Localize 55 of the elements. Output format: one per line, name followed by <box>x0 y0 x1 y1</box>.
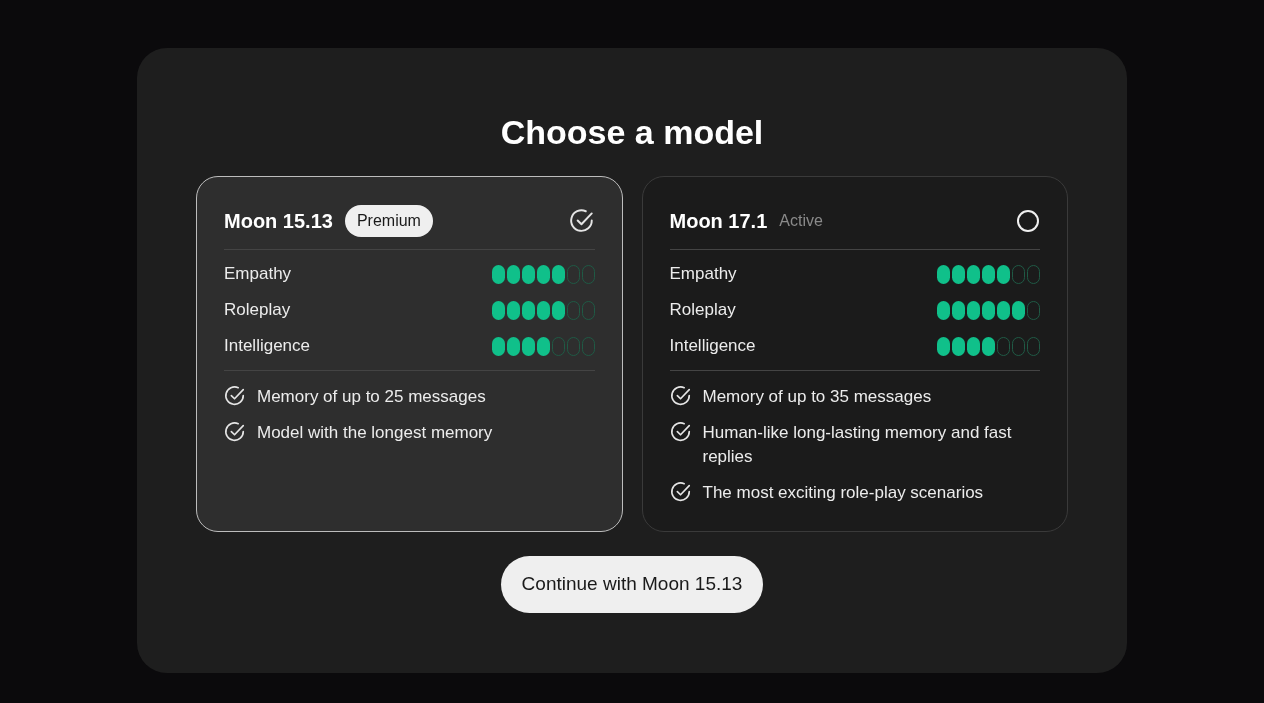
rating-pill <box>937 264 950 284</box>
rating-pill <box>491 264 505 284</box>
feature-text: The most exciting role-play scenarios <box>702 482 984 504</box>
rating-pill <box>551 300 565 320</box>
rating-pill <box>982 264 995 284</box>
model-name: Moon 15.13 <box>224 209 333 234</box>
radio-circle-icon <box>1016 209 1040 233</box>
rating-label: Empathy <box>669 263 737 286</box>
check-circle-icon <box>568 208 595 234</box>
rating-label: Intelligence <box>224 335 310 358</box>
premium-badge: Premium <box>344 205 433 237</box>
rating-pill <box>997 264 1010 284</box>
model-name: Moon 17.1 <box>669 209 768 234</box>
rating-pill <box>506 300 520 320</box>
rating-pill <box>506 264 520 284</box>
rating-pill <box>982 336 995 356</box>
rating-label: Empathy <box>224 263 292 286</box>
rating-pill <box>536 300 550 320</box>
check-circle-icon <box>669 421 692 443</box>
rating-label: Roleplay <box>224 299 291 322</box>
rating-pill <box>967 336 980 356</box>
check-circle-icon <box>224 421 246 443</box>
rating-pill <box>982 300 995 320</box>
feature-text: Human-like long-lasting memory and fast replies <box>702 422 1013 468</box>
rating-pill <box>536 336 550 356</box>
rating-pill <box>521 264 535 284</box>
rating-pill <box>967 300 980 320</box>
check-circle-icon <box>224 385 246 407</box>
rating-label: Intelligence <box>669 335 756 358</box>
status-label: Active <box>779 211 823 231</box>
rating-pill <box>952 264 965 284</box>
model-card[interactable]: Moon 15.13 Premium Empathy Roleplay Intelligence Memory of up to 25 messages Model with the longest memory <box>196 176 623 532</box>
continue-button[interactable]: Continue with Moon 15.13 <box>500 556 764 613</box>
rating-pill <box>551 264 565 284</box>
rating-pill <box>491 300 505 320</box>
rating-pill <box>937 336 950 356</box>
rating-pill <box>997 300 1010 320</box>
feature-text: Memory of up to 35 messages <box>702 386 932 408</box>
feature-text: Memory of up to 25 messages <box>257 386 486 408</box>
rating-pill <box>506 336 520 356</box>
rating-pill <box>952 300 965 320</box>
rating-pill <box>937 300 950 320</box>
rating-pill <box>1012 300 1025 320</box>
rating-pill <box>491 336 505 356</box>
rating-pill <box>952 336 965 356</box>
model-card[interactable]: Moon 17.1 Active Empathy Roleplay Intelligence Memory of up to 35 messages Human-like long-lasting memory and fast replies The most exciting role-play scenarios <box>641 176 1068 532</box>
check-circle-icon <box>669 481 692 503</box>
rating-pill <box>521 336 535 356</box>
feature-text: Model with the longest memory <box>257 422 493 444</box>
rating-pill <box>536 264 550 284</box>
check-circle-icon <box>669 385 692 407</box>
rating-pill <box>521 300 535 320</box>
rating-label: Roleplay <box>669 299 736 322</box>
rating-pill <box>967 264 980 284</box>
dialog-title: Choose a model <box>500 112 764 153</box>
